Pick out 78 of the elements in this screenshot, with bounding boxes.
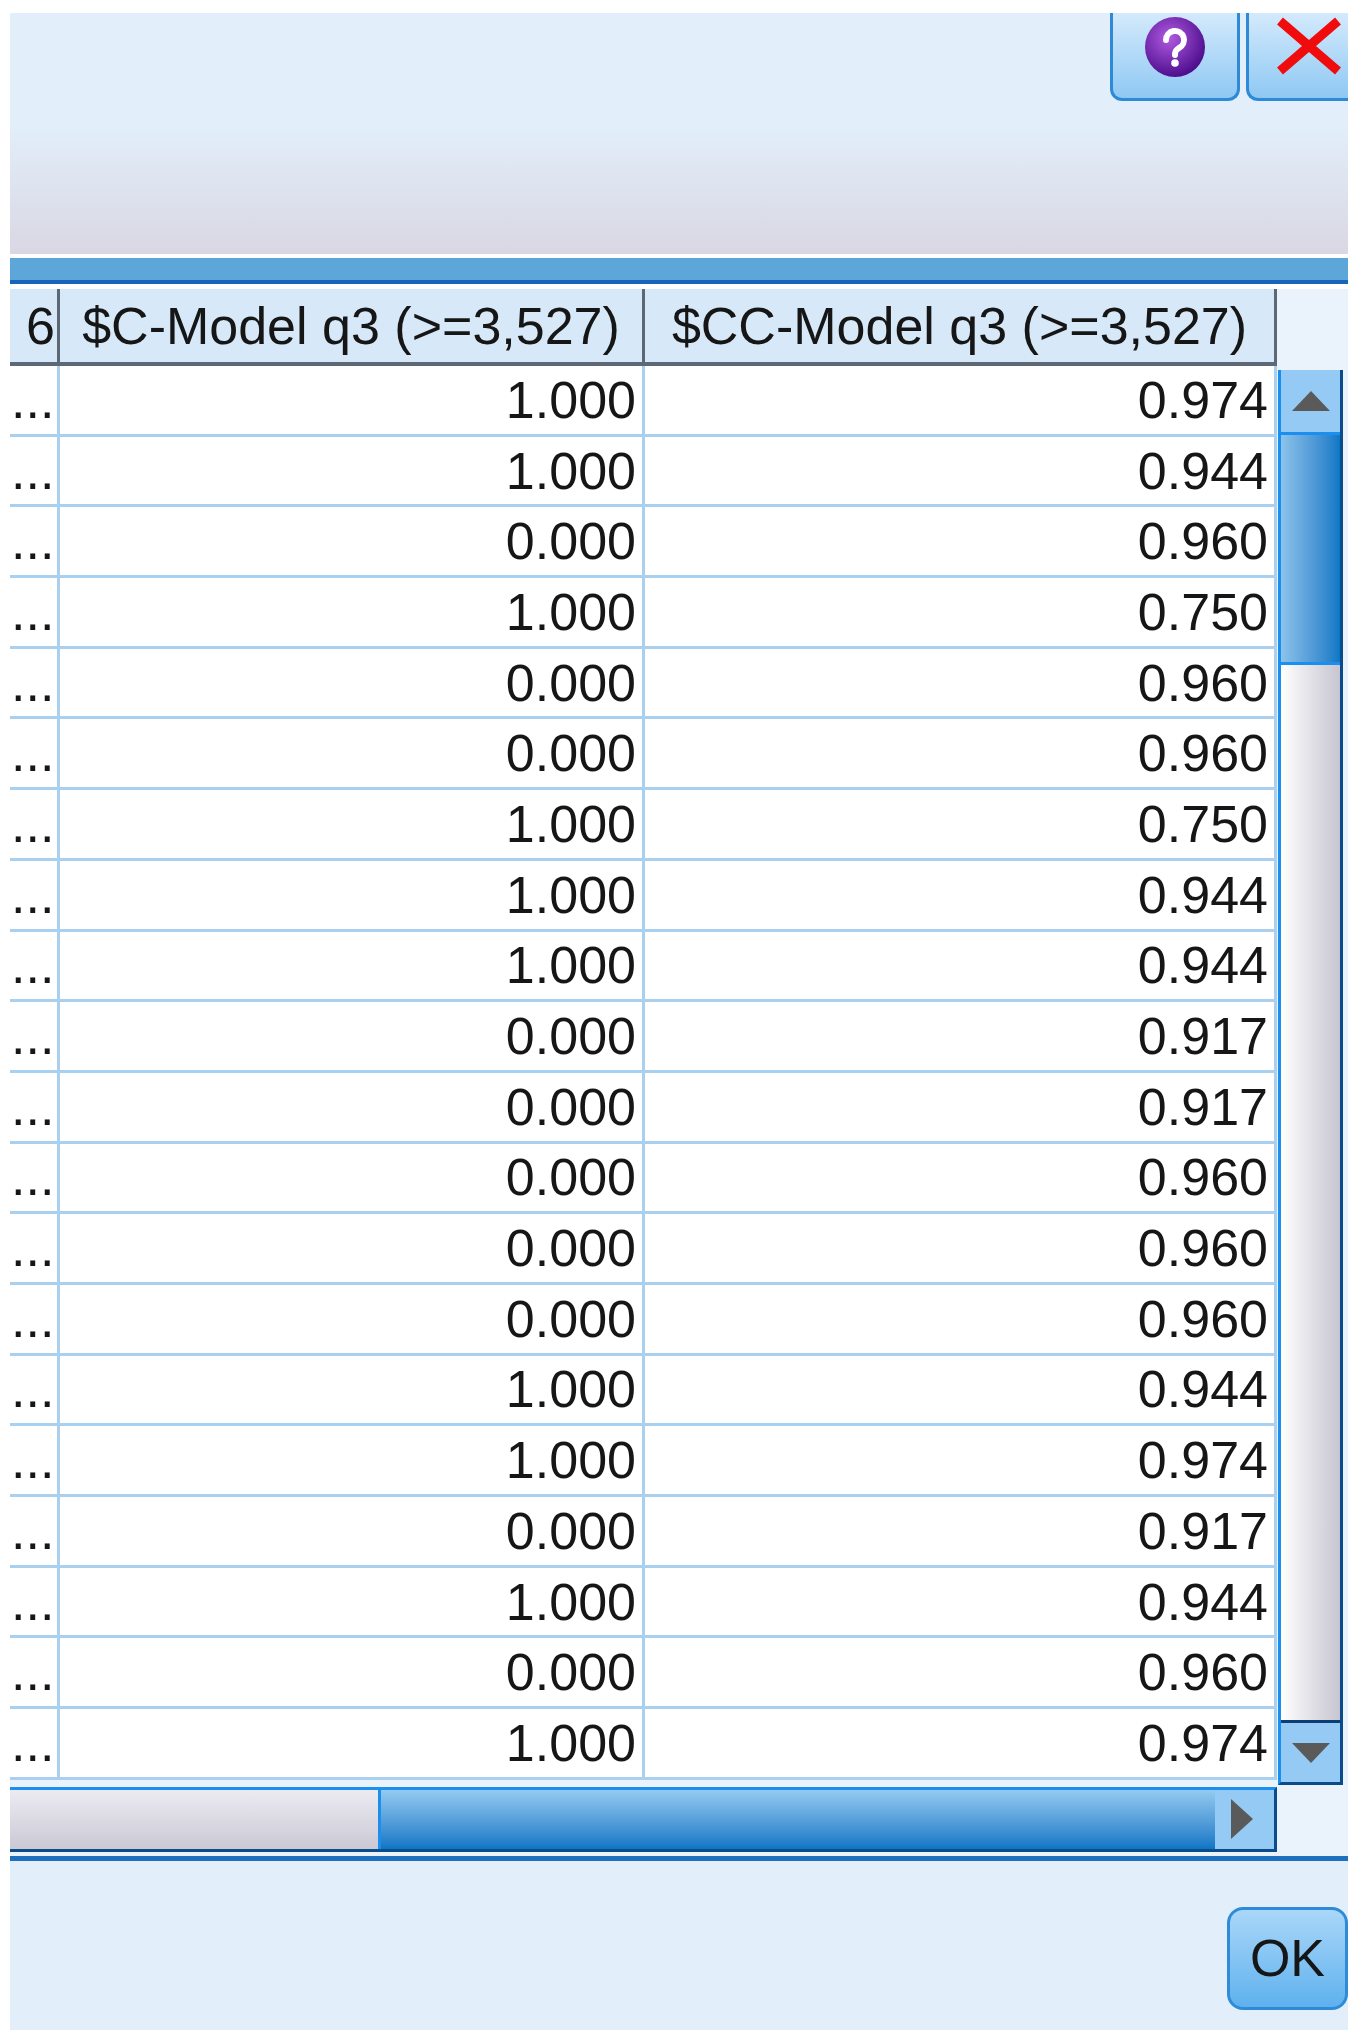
- table-cell: ...: [10, 860, 60, 932]
- close-icon: [1276, 17, 1342, 75]
- table-cell: 1.000: [60, 860, 645, 932]
- table-cell: 1.000: [60, 366, 645, 437]
- triangle-right-icon: [1231, 1799, 1253, 1840]
- table-cell: ...: [10, 1214, 60, 1285]
- table-cell: 0.974: [645, 1709, 1277, 1780]
- help-button[interactable]: [1110, 13, 1240, 101]
- table-cell: 0.960: [645, 1214, 1277, 1285]
- table-cell: 0.000: [60, 1638, 645, 1710]
- triangle-down-icon: [1291, 1742, 1330, 1763]
- triangle-up-icon: [1291, 391, 1330, 411]
- table-cell: ...: [10, 507, 60, 579]
- scroll-down-button[interactable]: [1281, 1720, 1340, 1782]
- table-cell: 0.944: [645, 1567, 1277, 1639]
- table-cell: 0.000: [60, 719, 645, 791]
- table-cell: 0.917: [645, 1497, 1277, 1568]
- table-cell: ...: [10, 1497, 60, 1568]
- table-cell: 0.000: [60, 507, 645, 579]
- table-cell: ...: [10, 1355, 60, 1427]
- table-cell: 0.974: [645, 366, 1277, 437]
- table-cell: 1.000: [60, 790, 645, 861]
- table-cell: ...: [10, 366, 60, 437]
- table-cell: ...: [10, 790, 60, 861]
- table-cell: 0.944: [645, 1355, 1277, 1427]
- table-cell: 0.000: [60, 1143, 645, 1215]
- table-cell: ...: [10, 1426, 60, 1497]
- table-cell: 0.917: [645, 1072, 1277, 1144]
- scroll-up-button[interactable]: [1281, 370, 1340, 432]
- table-cell: 0.944: [645, 931, 1277, 1003]
- table-cell: 1.000: [60, 1709, 645, 1780]
- help-icon: [1145, 17, 1205, 77]
- table-cell: 0.960: [645, 1638, 1277, 1710]
- table-cell: ...: [10, 1567, 60, 1639]
- table-cell: 1.000: [60, 578, 645, 649]
- column-header[interactable]: $C-Model q3 (>=3,527): [60, 289, 645, 366]
- table-cell: 0.000: [60, 648, 645, 720]
- table-cell: ...: [10, 648, 60, 720]
- table-cell: 0.000: [60, 1497, 645, 1568]
- table-cell: 0.960: [645, 1143, 1277, 1215]
- table-cell: ...: [10, 719, 60, 791]
- table-cell: 0.960: [645, 1284, 1277, 1356]
- column-header[interactable]: 6: [10, 289, 60, 366]
- table-cell: 1.000: [60, 1355, 645, 1427]
- table-cell: ...: [10, 1143, 60, 1215]
- scrollbar-thumb[interactable]: [1281, 432, 1340, 665]
- vertical-scrollbar[interactable]: [1278, 370, 1343, 1785]
- horizontal-scrollbar[interactable]: [10, 1786, 1277, 1852]
- table-cell: ...: [10, 578, 60, 649]
- table-cell: ...: [10, 1709, 60, 1780]
- table-cell: 0.750: [645, 578, 1277, 649]
- table-cell: ...: [10, 1072, 60, 1144]
- table-cell: 0.000: [60, 1002, 645, 1073]
- scrollbar-thumb[interactable]: [378, 1789, 1215, 1849]
- table-cell: 0.000: [60, 1072, 645, 1144]
- table-cell: ...: [10, 1002, 60, 1073]
- table-cell: 1.000: [60, 931, 645, 1003]
- close-button[interactable]: [1246, 13, 1348, 101]
- table-cell: ...: [10, 931, 60, 1003]
- table-cell: 0.000: [60, 1214, 645, 1285]
- table-cell: 0.917: [645, 1002, 1277, 1073]
- table-cell: 0.960: [645, 719, 1277, 791]
- scroll-right-button[interactable]: [1215, 1789, 1274, 1849]
- column-header[interactable]: $CC-Model q3 (>=3,527): [645, 289, 1277, 366]
- table-cell: 0.750: [645, 790, 1277, 861]
- table-cell: 0.974: [645, 1426, 1277, 1497]
- table-cell: 0.944: [645, 436, 1277, 508]
- ok-button[interactable]: OK: [1227, 1906, 1348, 2010]
- table-cell: 0.960: [645, 507, 1277, 579]
- table-cell: 0.000: [60, 1284, 645, 1356]
- table-cell: 1.000: [60, 1426, 645, 1497]
- table-cell: 1.000: [60, 1567, 645, 1639]
- table-cell: 0.960: [645, 648, 1277, 720]
- table-cell: ...: [10, 1284, 60, 1356]
- table-cell: ...: [10, 1638, 60, 1710]
- table-cell: ...: [10, 436, 60, 508]
- table-cell: 1.000: [60, 436, 645, 508]
- table-cell: 0.944: [645, 860, 1277, 932]
